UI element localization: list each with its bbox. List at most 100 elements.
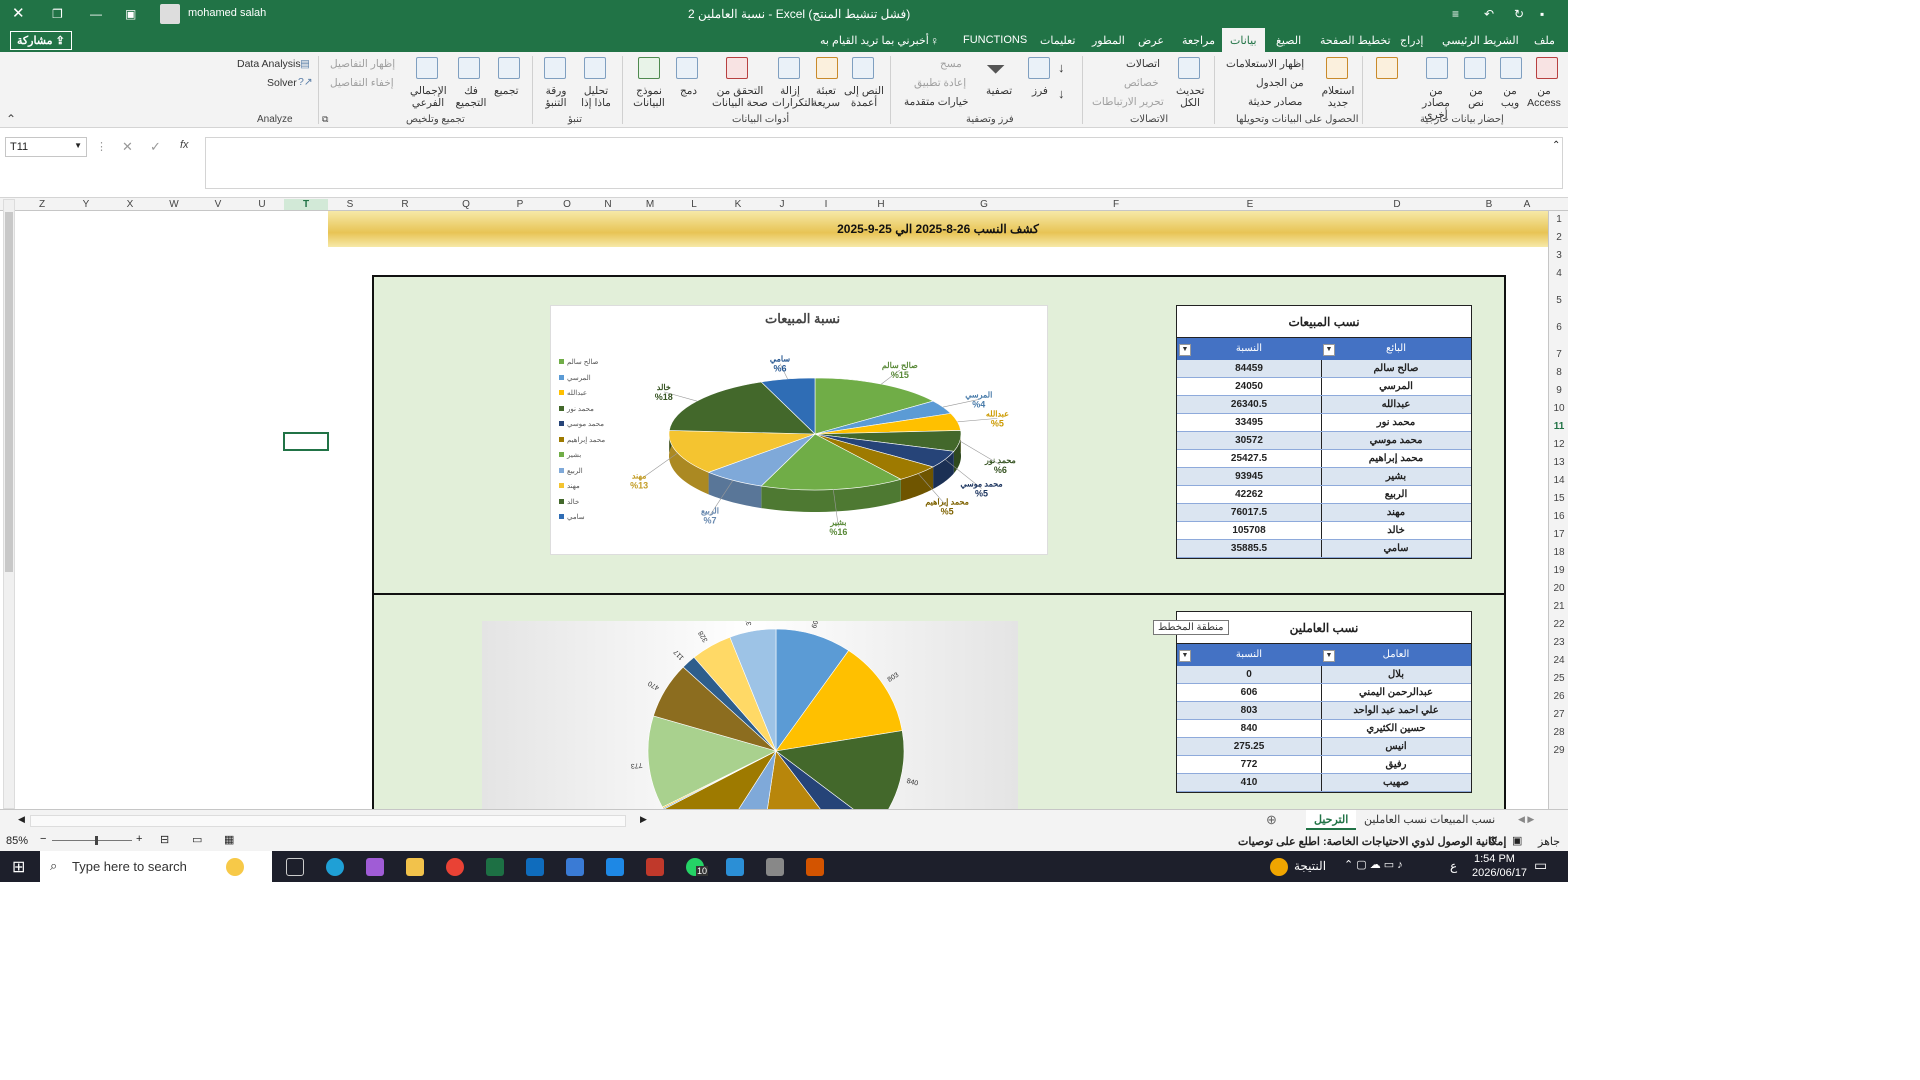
table-row[interactable]: 803 علي احمد عبد الواحد [1177, 702, 1471, 720]
row-header-cell[interactable]: 19 [1549, 565, 1569, 576]
row-header-cell[interactable]: 21 [1549, 601, 1569, 612]
forecast-sheet-button[interactable]: ورقة التنبؤ [542, 85, 570, 109]
row-header-cell[interactable]: 10 [1549, 403, 1569, 414]
column-header-cell[interactable]: J [760, 199, 804, 210]
sort-button[interactable]: فرز [1032, 85, 1048, 97]
table-row[interactable]: 275.25 انيس [1177, 738, 1471, 756]
table-row[interactable]: 33495 محمد نور [1177, 414, 1471, 432]
value-cell[interactable]: 42262 [1177, 489, 1321, 500]
column-header-cell[interactable]: U [240, 199, 284, 210]
macro-icon[interactable]: ▣ [1512, 834, 1522, 847]
tell-me-input[interactable]: أخبرني بما تريد القيام به [820, 34, 929, 47]
sheet-tab-transfer[interactable]: الترحيل [1306, 810, 1357, 830]
filter-dropdown-icon[interactable]: ▼ [1323, 650, 1335, 662]
edge-icon[interactable] [326, 858, 344, 876]
value-cell[interactable]: 25427.5 [1177, 453, 1321, 464]
table-row[interactable]: 84459 صالح سالم [1177, 360, 1471, 378]
column-header-cell[interactable]: S [328, 199, 372, 210]
row-header-cell[interactable]: 25 [1549, 673, 1569, 684]
tab-page-layout[interactable]: تخطيط الصفحة [1320, 34, 1391, 47]
from-web-button[interactable]: من ويب [1498, 85, 1522, 109]
row-header-cell[interactable]: 26 [1549, 691, 1569, 702]
filter-dropdown-icon[interactable]: ▼ [1179, 344, 1191, 356]
table-row[interactable]: 24050 المرسي [1177, 378, 1471, 396]
table-row[interactable]: 606 عبدالرحمن اليمني [1177, 684, 1471, 702]
name-cell[interactable]: حسين الكثيري [1321, 723, 1471, 734]
table-row[interactable]: 410 صهيب [1177, 774, 1471, 792]
row-header-cell[interactable]: 15 [1549, 493, 1569, 504]
outlook-icon[interactable] [526, 858, 544, 876]
tray-icons[interactable]: ⌃ ▢ ☁ ▭ ♪ [1344, 858, 1403, 871]
ungroup-button[interactable]: فك التجميع [452, 85, 490, 109]
column-header-cell[interactable]: A [1506, 199, 1548, 210]
recent-sources-button[interactable]: مصادر حديثة [1248, 96, 1302, 108]
show-detail-button[interactable]: إظهار التفاصيل [330, 58, 395, 70]
column-header-cell[interactable]: E [1178, 199, 1322, 210]
row-header-cell[interactable]: 18 [1549, 547, 1569, 558]
show-queries-button[interactable]: إظهار الاستعلامات [1226, 58, 1304, 70]
what-if-button[interactable]: تحليل ماذا إذا [580, 85, 612, 109]
legend-item[interactable]: سامي [559, 513, 619, 529]
properties-button[interactable]: خصائص [1124, 77, 1159, 89]
tab-review[interactable]: مراجعة [1182, 34, 1215, 47]
hide-detail-button[interactable]: إخفاء التفاصيل [330, 77, 394, 89]
row-header-cell[interactable]: 11 [1549, 421, 1569, 432]
copilot-icon[interactable] [226, 858, 244, 876]
task-view-icon[interactable] [286, 858, 304, 876]
tab-developer[interactable]: المطور [1092, 34, 1125, 47]
row-header-cell[interactable]: 13 [1549, 457, 1569, 468]
redo-icon[interactable]: ↻ [1514, 7, 1524, 21]
value-cell[interactable]: 0 [1177, 669, 1321, 680]
legend-item[interactable]: صالح سالم [559, 358, 619, 374]
value-cell[interactable]: 410 [1177, 777, 1321, 788]
save-icon[interactable]: ▪ [1540, 7, 1544, 21]
value-cell[interactable]: 275.25 [1177, 741, 1321, 752]
row-header-cell[interactable]: 1 [1549, 214, 1569, 225]
legend-item[interactable]: محمد موسي [559, 420, 619, 436]
text-to-columns-button[interactable]: النص إلى أعمدة [844, 85, 884, 109]
ribbon-display-icon[interactable]: ▣ [125, 7, 136, 21]
connections-button[interactable]: اتصالات [1126, 58, 1160, 70]
vertical-scrollbar[interactable] [3, 199, 15, 809]
data-model-button[interactable]: نموذج البيانات [632, 85, 666, 109]
column-header-cell[interactable]: K [716, 199, 760, 210]
table-row[interactable]: 26340.5 عبدالله [1177, 396, 1471, 414]
table-row[interactable]: 105708 خالد [1177, 522, 1471, 540]
filter-button[interactable]: تصفية [986, 85, 1012, 97]
advanced-filter-button[interactable]: خيارات متقدمة [904, 96, 969, 108]
new-query-button[interactable]: استعلام جديد [1320, 85, 1356, 109]
tab-data[interactable]: بيانات [1222, 28, 1265, 52]
column-header-cell[interactable]: X [108, 199, 152, 210]
column-header-cell[interactable]: M [628, 199, 672, 210]
column-header-cell[interactable]: F [1054, 199, 1178, 210]
column-header-cell[interactable]: I [804, 199, 848, 210]
legend-item[interactable]: مهند [559, 482, 619, 498]
whatsapp-icon[interactable]: 10 [686, 858, 709, 876]
tab-home[interactable]: الشريط الرئيسي [1442, 34, 1519, 47]
table-row[interactable]: 76017.5 مهند [1177, 504, 1471, 522]
page-layout-view-icon[interactable]: ▭ [192, 833, 202, 846]
cancel-icon[interactable]: ✕ [122, 139, 133, 155]
clear-filter-button[interactable]: مسح [940, 58, 962, 70]
app-icon[interactable] [726, 858, 744, 876]
row-header-cell[interactable]: 24 [1549, 655, 1569, 666]
column-header-cell[interactable]: D [1322, 199, 1472, 210]
accessibility-status[interactable]: إمكانية الوصول لذوي الاحتياجات الخاصة: ا… [1238, 835, 1506, 848]
scroll-left-icon[interactable]: ◀ [18, 814, 25, 825]
from-text-button[interactable]: من نص [1464, 85, 1488, 109]
value-cell[interactable]: 105708 [1177, 525, 1321, 536]
copilot-app-icon[interactable] [366, 858, 384, 876]
column-header-cell[interactable]: B [1472, 199, 1506, 210]
column-header-cell[interactable]: W [152, 199, 196, 210]
scroll-right-icon[interactable]: ▶ [640, 814, 647, 825]
name-cell[interactable]: عبدالرحمن اليمني [1321, 687, 1471, 698]
value-cell[interactable]: 84459 [1177, 363, 1321, 374]
flash-fill-button[interactable]: تعبئة سريعة [810, 85, 842, 109]
windows-start-icon[interactable]: ⊞ [12, 857, 25, 877]
active-cell[interactable] [283, 432, 329, 451]
column-header-cell[interactable]: O [546, 199, 588, 210]
name-cell[interactable]: مهند [1321, 507, 1471, 518]
app-icon[interactable] [646, 858, 664, 876]
row-header-cell[interactable]: 5 [1549, 295, 1569, 306]
value-cell[interactable]: 76017.5 [1177, 507, 1321, 518]
